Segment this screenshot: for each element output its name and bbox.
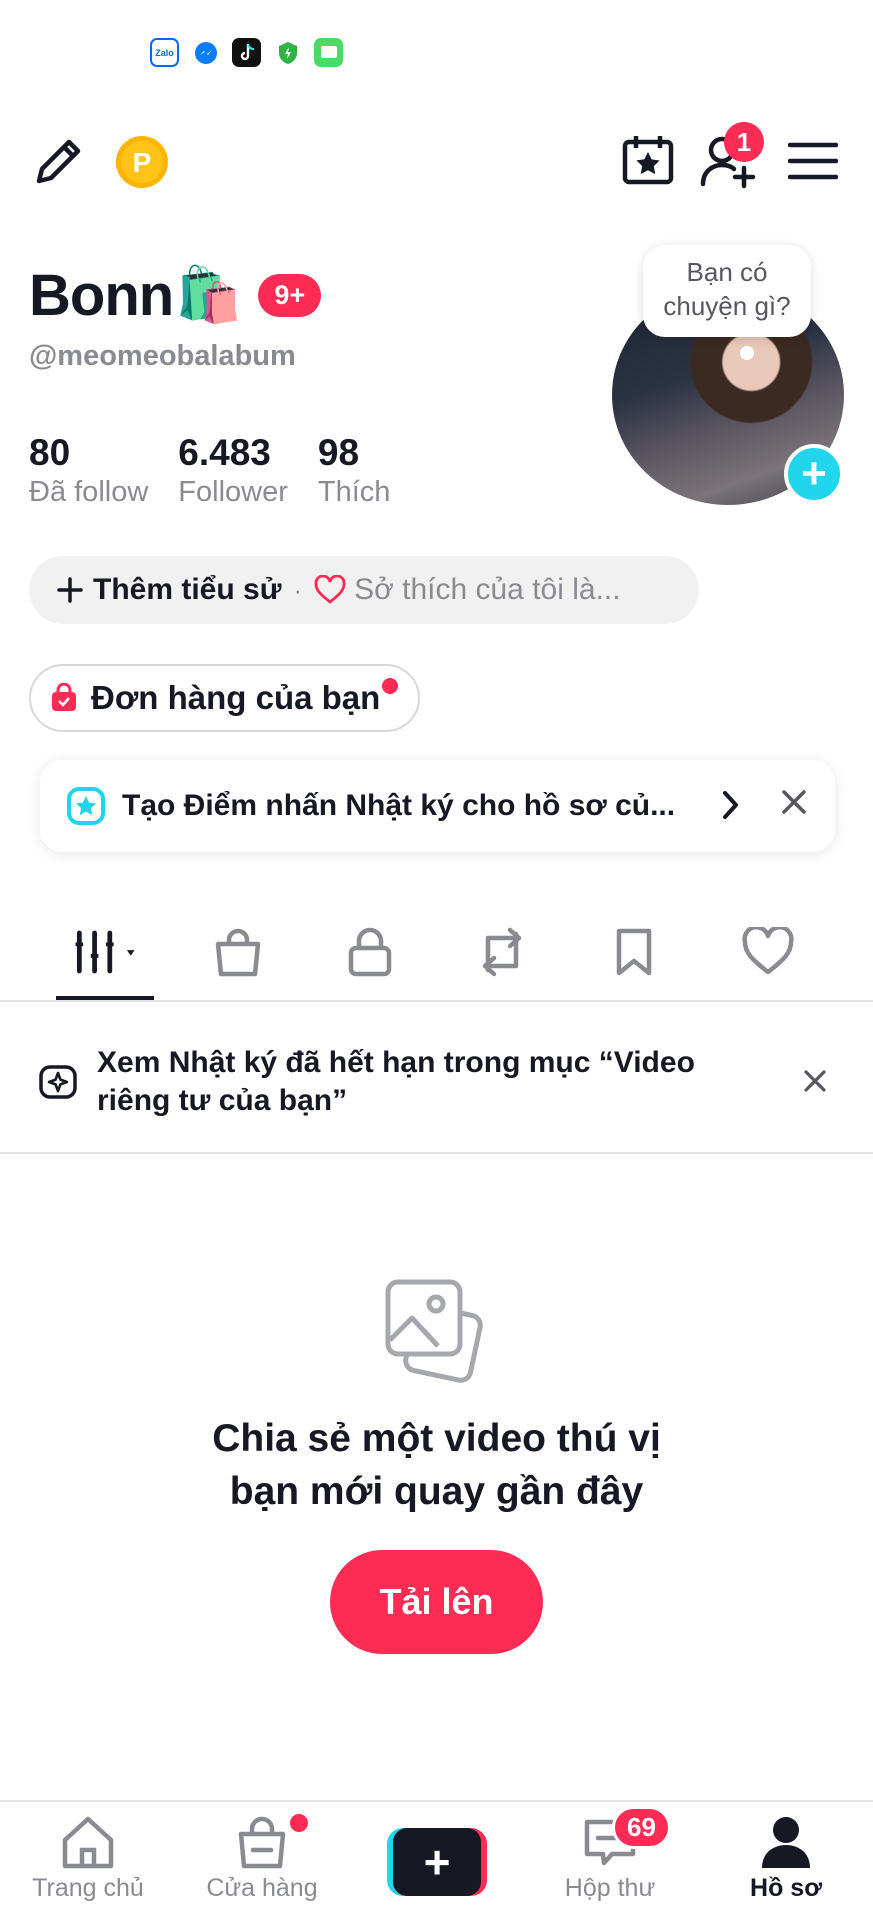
shop-bag-icon: [215, 928, 261, 977]
notification-badge[interactable]: 9+: [258, 274, 322, 317]
close-icon[interactable]: [800, 1066, 830, 1096]
messenger-icon: [191, 38, 220, 67]
nav-shop-label: Cửa hàng: [206, 1874, 318, 1902]
create-button[interactable]: +: [387, 1828, 487, 1896]
profile-handle[interactable]: @meomeobalabum: [29, 340, 296, 373]
bookmark-icon: [616, 928, 652, 976]
shop-icon: [238, 1816, 286, 1869]
plus-icon: [57, 577, 83, 603]
shop-notification-dot: [290, 1814, 308, 1832]
create-plus-icon: +: [393, 1828, 481, 1896]
stat-likes[interactable]: 98 Thích: [318, 432, 391, 509]
points-coin-icon[interactable]: P: [114, 134, 170, 190]
stat-value: 98: [317, 432, 360, 473]
zalo-icon: Zalo: [150, 38, 179, 67]
tab-reposts[interactable]: [462, 922, 542, 982]
orders-button[interactable]: Đơn hàng của bạn: [29, 664, 421, 732]
profile-stats: 80 Đã follow 6.483 Follower 98 Thích: [29, 432, 420, 509]
tab-videos[interactable]: [66, 922, 146, 982]
order-bag-icon: [52, 683, 76, 711]
upload-button[interactable]: Tải lên: [330, 1550, 543, 1654]
lock-icon: [348, 927, 392, 977]
stat-following[interactable]: 80 Đã follow: [29, 432, 148, 509]
close-icon[interactable]: [776, 784, 812, 820]
friend-request-badge: 1: [724, 122, 764, 162]
nav-inbox-label: Hộp thư: [564, 1874, 656, 1902]
bottom-nav: Trang chủ Cửa hàng + Hộp thư Hồ sơ: [0, 1800, 873, 1920]
profile-name: Bonn: [29, 263, 174, 328]
home-icon: [62, 1816, 114, 1869]
sparkle-icon: [39, 1065, 77, 1099]
repost-icon: [482, 927, 522, 977]
message-icon: [314, 38, 343, 67]
heart-outline-icon: [314, 575, 346, 604]
stat-value: 6.483: [178, 432, 271, 473]
empty-line-1: Chia sẻ một video thú vị: [212, 1417, 661, 1460]
expired-diary-notice[interactable]: Xem Nhật ký đã hết hạn trong mục “Video …: [0, 1002, 873, 1154]
stat-followers[interactable]: 6.483 Follower: [178, 432, 288, 509]
stat-value: 80: [29, 432, 71, 473]
chevron-right-icon[interactable]: [720, 788, 742, 822]
empty-state-message: Chia sẻ một video thú vị bạn mới quay gầ…: [0, 1412, 873, 1518]
nav-profile-label: Hồ sơ: [750, 1874, 822, 1902]
bio-pill[interactable]: Thêm tiểu sử · Sở thích của tôi là...: [29, 556, 699, 624]
inbox-badge: 69: [612, 1806, 671, 1849]
photos-icon: [385, 1279, 483, 1383]
nav-profile[interactable]: Hồ sơ: [706, 1814, 866, 1903]
hobby-label: Sở thích của tôi là...: [354, 573, 621, 606]
nav-home-label: Trang chủ: [32, 1874, 144, 1902]
add-bio-label: Thêm tiểu sử: [93, 573, 282, 606]
tab-private[interactable]: [330, 922, 410, 982]
calendar-star-icon[interactable]: [620, 132, 676, 188]
heart-icon: [742, 927, 794, 975]
tab-liked[interactable]: [728, 922, 808, 982]
note-bubble[interactable]: Bạn có chuyện gì?: [643, 245, 811, 337]
shopping-bags-icon: 🛍️: [175, 265, 243, 325]
shield-icon: [273, 38, 302, 67]
profile-content-tabs: [0, 910, 873, 1002]
svg-text:P: P: [133, 147, 152, 178]
menu-icon[interactable]: [786, 134, 840, 188]
video-grid-icon: [75, 930, 135, 974]
stat-label: Thích: [317, 476, 391, 508]
diary-highlight-card[interactable]: Tạo Điểm nhấn Nhật ký cho hồ sơ củ...: [40, 760, 835, 852]
orders-notification-dot: [382, 678, 399, 694]
diary-highlight-label: Tạo Điểm nhấn Nhật ký cho hồ sơ củ...: [122, 789, 676, 822]
nav-home[interactable]: Trang chủ: [8, 1814, 168, 1903]
stat-label: Đã follow: [29, 476, 149, 508]
notice-text: Xem Nhật ký đã hết hạn trong mục “Video …: [97, 1046, 695, 1117]
profile-person-icon: [762, 1817, 810, 1868]
empty-line-2: bạn mới quay gần đây: [229, 1470, 644, 1513]
tab-shop[interactable]: [198, 922, 278, 982]
profile-name-row: Bonn 🛍️ 9+: [29, 262, 322, 329]
profile-topbar: P 1: [0, 122, 873, 192]
note-bubble-tail: [740, 346, 754, 360]
tiktok-icon: [232, 38, 261, 67]
add-story-button[interactable]: +: [784, 444, 844, 504]
stat-label: Follower: [178, 476, 288, 508]
star-badge-icon: [67, 787, 105, 825]
bio-separator: ·: [293, 574, 303, 605]
nav-shop[interactable]: Cửa hàng: [182, 1814, 342, 1903]
edit-pencil-icon[interactable]: [28, 132, 88, 192]
active-tab-indicator: [56, 996, 154, 1000]
tab-bookmarks[interactable]: [594, 922, 674, 982]
status-bar: Zalo: [150, 38, 343, 67]
orders-label: Đơn hàng của bạn: [91, 679, 381, 716]
